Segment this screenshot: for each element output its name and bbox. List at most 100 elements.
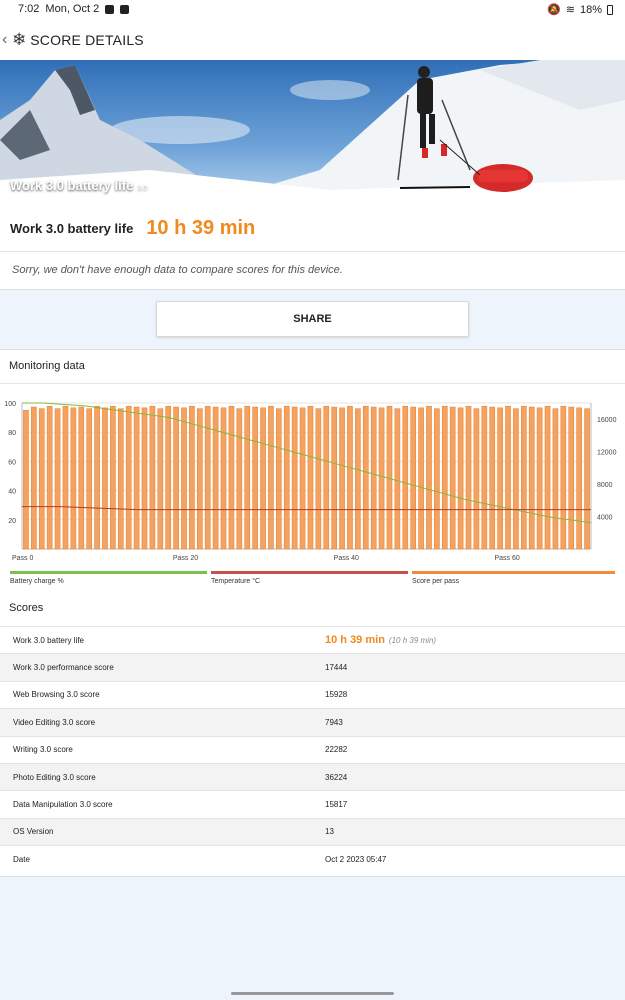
score-bar [86, 408, 93, 550]
score-bar [196, 408, 203, 550]
score-bar [552, 408, 559, 550]
score-bar [394, 408, 401, 550]
score-bar [489, 406, 496, 550]
app-bar: ‹ ❄ SCORE DETAILS [0, 20, 625, 60]
monitoring-chart-svg: 20 40 60 80 100 4000 8000 12000 16000 Pass 0 Pass … [4, 401, 616, 562]
legend-temperature-label: Temperature °C [211, 578, 261, 585]
score-bar [23, 410, 29, 550]
left-tick-label: 20 [8, 518, 16, 525]
battery-icon [607, 4, 613, 15]
score-bar [117, 408, 124, 550]
legend-temperature-swatch [211, 571, 408, 574]
share-button[interactable]: SHARE [156, 301, 469, 337]
score-bar [141, 407, 148, 550]
left-tick-label: 100 [4, 401, 16, 408]
score-bar [212, 406, 219, 550]
shopping-bag-icon [120, 4, 130, 14]
legend-score-label: Score per pass [412, 578, 460, 585]
score-row: Work 3.0 battery life 10 h 39 min (10 h 39… [0, 626, 625, 653]
result-row: Work 3.0 battery life 10 h 39 min [0, 206, 625, 252]
score-row: Work 3.0 performance score 17444 [0, 653, 625, 681]
score-bar [560, 405, 567, 550]
score-bar [38, 408, 45, 550]
score-value: 36224 [325, 772, 348, 782]
score-value: 17444 [325, 663, 348, 673]
battery-percent: 18% [579, 3, 602, 16]
score-bar [576, 407, 582, 550]
score-bar [260, 407, 266, 550]
score-bar [434, 408, 440, 550]
chart-legend: Battery charge % Temperature °C Score pe… [10, 571, 615, 591]
score-bar [536, 407, 543, 550]
clock: 7:02 [18, 3, 40, 15]
result-label: Work 3.0 battery life [10, 221, 134, 236]
score-name: Video Editing 3.0 score [13, 717, 96, 727]
scores-title: Scores [9, 602, 44, 614]
score-value: Oct 2 2023 05:47 [325, 854, 387, 864]
score-bar [449, 406, 456, 550]
score-bar [31, 406, 37, 550]
legend-battery: Battery charge % [10, 571, 207, 585]
score-bar [584, 408, 590, 550]
score-name: Web Browsing 3.0 score [13, 690, 100, 700]
score-value: 7943 [325, 717, 343, 727]
score-bar [268, 405, 274, 550]
score-bar [497, 407, 503, 550]
score-bar [513, 408, 519, 550]
score-bar [362, 405, 369, 550]
score-bar [402, 405, 409, 550]
score-bar [165, 405, 172, 550]
score-bar [315, 408, 322, 550]
score-name: Writing 3.0 score [13, 745, 73, 755]
home-gesture-bar[interactable] [231, 992, 394, 995]
snowflake-icon: ❄ [12, 30, 27, 49]
left-tick-label: 80 [8, 430, 16, 437]
legend-temperature: Temperature °C [211, 571, 408, 585]
right-tick-label: 4000 [597, 515, 613, 522]
x-tick-label: Pass 20 [173, 555, 198, 562]
gallery-icon [105, 4, 115, 14]
x-tick-label: Pass 0 [12, 555, 34, 562]
score-bar [370, 406, 377, 550]
score-name: Data Manipulation 3.0 score [13, 800, 113, 810]
chevron-left-icon[interactable]: ‹ [2, 31, 12, 49]
score-bar [173, 406, 179, 550]
score-bar [410, 406, 417, 550]
right-tick-label: 8000 [597, 482, 613, 489]
score-bar [54, 408, 61, 550]
score-bar [102, 407, 108, 550]
score-row: Web Browsing 3.0 score 15928 [0, 680, 625, 708]
score-value: 13 [325, 827, 334, 837]
x-tick-label: Pass 40 [334, 555, 359, 562]
score-row: Data Manipulation 3.0 score 15817 [0, 790, 625, 817]
score-bar [426, 405, 432, 550]
score-value: 15817 [325, 800, 348, 810]
x-tick-label: Pass 60 [495, 555, 520, 562]
score-bar [125, 405, 132, 550]
score-bar [252, 406, 258, 550]
score-bar [481, 405, 488, 550]
score-bar [189, 405, 195, 550]
date: Mon, Oct 2 [45, 3, 100, 15]
score-bar [291, 406, 298, 550]
monitoring-title: Monitoring data [0, 350, 625, 384]
hero-banner: Work 3.0 battery life 3.0 [0, 60, 625, 206]
score-bar [544, 405, 551, 550]
score-bar [307, 405, 314, 550]
hero-caption-text: Work 3.0 battery life [10, 178, 134, 193]
score-bar [457, 407, 464, 550]
score-bar [276, 408, 282, 550]
score-row: OS Version 13 [0, 817, 625, 846]
score-name: Work 3.0 battery life [13, 635, 84, 645]
scores-table: Work 3.0 battery life 10 h 39 min (10 h 39… [0, 626, 625, 873]
score-value: 22282 [325, 745, 348, 755]
score-bar [70, 407, 77, 550]
score-bar [181, 407, 187, 550]
legend-battery-label: Battery charge % [10, 578, 64, 585]
score-value: 15928 [325, 690, 348, 700]
hero-version: 3.0 [137, 185, 148, 192]
left-tick-label: 40 [8, 489, 16, 496]
score-row: Photo Editing 3.0 score 36224 [0, 762, 625, 791]
comparison-note: Sorry, we don't have enough data to comp… [12, 264, 343, 276]
score-name: Date [13, 854, 30, 864]
